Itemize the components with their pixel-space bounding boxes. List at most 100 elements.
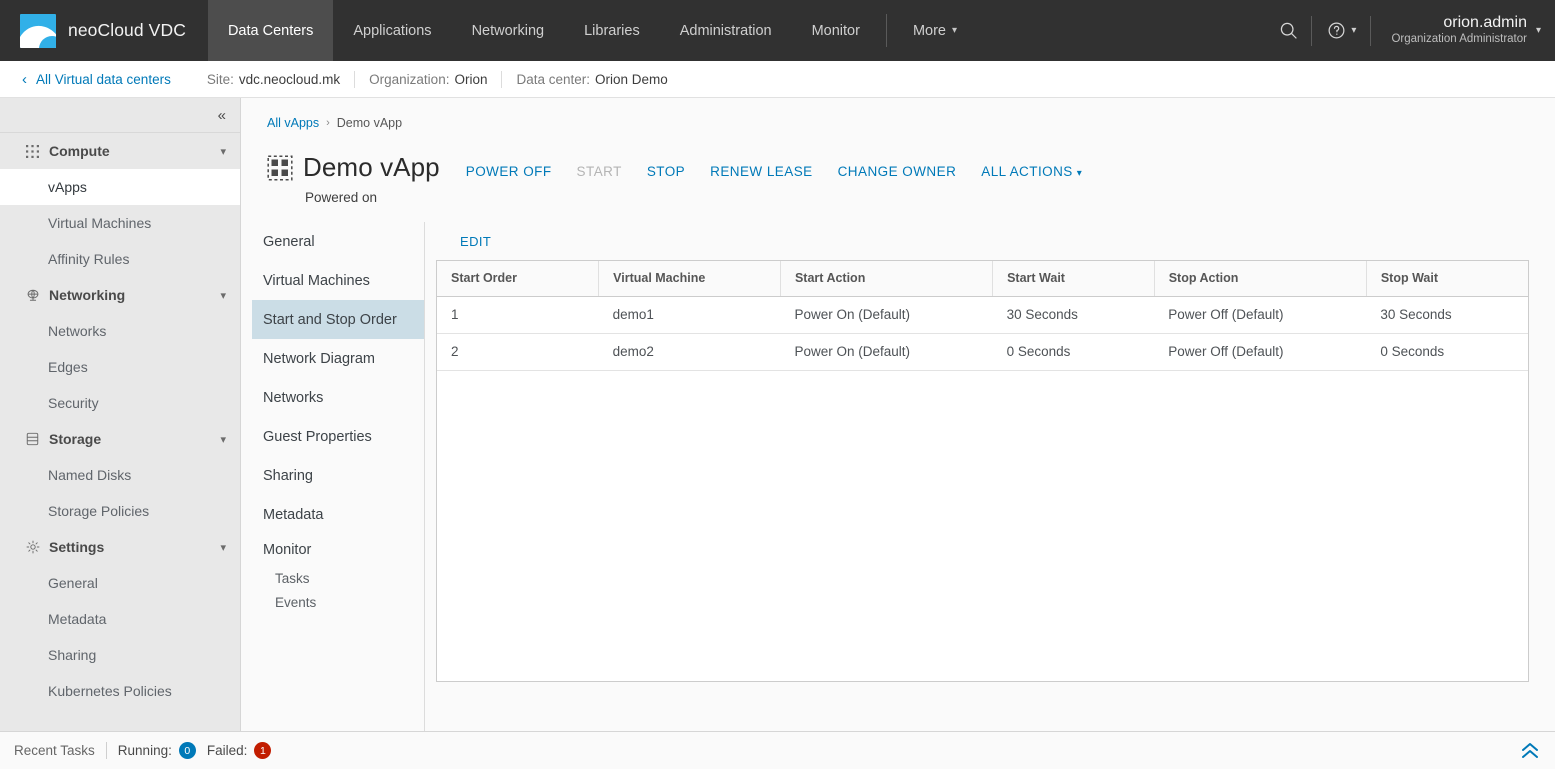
column-header-start-order[interactable]: Start Order [437,261,600,297]
table-row[interactable]: 2 demo2 Power On (Default) 0 Seconds Pow… [437,333,1528,371]
back-label: All Virtual data centers [36,71,171,87]
sidebar-item-sharing[interactable]: Sharing [0,637,240,673]
tab-start-and-stop-order[interactable]: Start and Stop Order [252,300,424,339]
tab-networks[interactable]: Networks [252,378,424,417]
tab-tasks[interactable]: Tasks [252,566,424,590]
tab-metadata[interactable]: Metadata [252,495,424,534]
power-status: Powered on [305,190,378,205]
user-menu[interactable]: orion.admin Organization Administrator ▾ [1371,14,1541,46]
gear-icon [25,540,40,555]
sidebar-group-networking[interactable]: Networking ▾ [0,277,240,313]
recent-tasks-label[interactable]: Recent Tasks [14,743,106,758]
back-to-all-vdcs-link[interactable]: ‹ All Virtual data centers [22,72,171,87]
renew-lease-button[interactable]: RENEW LEASE [710,164,812,179]
cell-start-action: Power On (Default) [780,296,993,334]
search-icon[interactable] [1265,0,1311,61]
help-icon[interactable]: ▾ [1312,0,1370,61]
nav-item-libraries[interactable]: Libraries [564,0,660,61]
all-actions-button[interactable]: ALL ACTIONS ▾ [981,164,1082,179]
sidebar-item-security[interactable]: Security [0,385,240,421]
chevron-down-icon: ▾ [1535,25,1541,36]
chevron-down-icon: ▾ [220,541,226,554]
sidebar-item-networks[interactable]: Networks [0,313,240,349]
tab-guest-properties[interactable]: Guest Properties [252,417,424,456]
sidebar-item-label: Security [48,395,99,411]
failed-label: Failed: [206,743,248,758]
tab-virtual-machines[interactable]: Virtual Machines [252,261,424,300]
brand[interactable]: neoCloud VDC [0,0,208,61]
tab-monitor[interactable]: Monitor [252,534,424,566]
sidebar-item-virtual-machines[interactable]: Virtual Machines [0,205,240,241]
breadcrumb-all-vapps[interactable]: All vApps [267,116,319,130]
sidebar-group-settings[interactable]: Settings ▾ [0,529,240,565]
context-organization: Organization: Orion [355,72,501,87]
sidebar-item-named-disks[interactable]: Named Disks [0,457,240,493]
nav-item-monitor[interactable]: Monitor [792,0,880,61]
sidebar-item-vapps[interactable]: vApps [0,169,240,205]
sidebar-group-label: Networking [49,287,126,303]
sidebar-item-label: Edges [48,359,88,375]
cloud-logo-icon [20,13,56,48]
cell-start-order: 1 [437,296,599,334]
table-row[interactable]: 1 demo1 Power On (Default) 30 Seconds Po… [437,296,1528,334]
stop-button[interactable]: STOP [647,164,685,179]
vapp-grid-icon [267,155,293,181]
sidebar-item-label: Affinity Rules [48,251,130,267]
column-header-stop-wait[interactable]: Stop Wait [1366,261,1528,297]
edit-button[interactable]: EDIT [436,234,491,249]
tab-sharing[interactable]: Sharing [252,456,424,495]
nav-item-more[interactable]: More ▾ [893,0,977,61]
context-value: vdc.neocloud.mk [238,71,341,87]
cell-start-wait: 30 Seconds [992,296,1155,334]
column-header-start-wait[interactable]: Start Wait [992,261,1155,297]
sidebar-item-metadata[interactable]: Metadata [0,601,240,637]
sidebar-item-kubernetes-policies[interactable]: Kubernetes Policies [0,673,240,709]
cell-start-order: 2 [437,333,599,371]
sidebar-collapse-button[interactable]: « [0,98,240,133]
power-off-button[interactable]: POWER OFF [466,164,552,179]
context-bar: ‹ All Virtual data centers Site: vdc.neo… [0,61,1555,98]
nav-label: Networking [471,22,545,39]
nav-item-administration[interactable]: Administration [660,0,792,61]
user-name: orion.admin [1443,14,1527,32]
column-header-stop-action[interactable]: Stop Action [1154,261,1367,297]
main-content: All vApps › Demo vApp Demo vApp POWER OF… [241,98,1555,731]
change-owner-button[interactable]: CHANGE OWNER [838,164,957,179]
chevron-left-icon: ‹ [22,70,27,88]
nav-item-data-centers[interactable]: Data Centers [207,0,334,61]
sidebar-group-label: Settings [49,539,105,555]
chevron-down-icon: ▾ [1351,25,1357,36]
tab-events[interactable]: Events [252,590,424,614]
network-icon [25,288,40,303]
context-site: Site: vdc.neocloud.mk [207,72,354,87]
nav-label: Data Centers [227,22,314,39]
nav-label: Monitor [811,22,860,39]
running-status[interactable]: Running: 0 [107,742,196,759]
expand-tasks-button[interactable] [1519,741,1541,761]
tab-network-diagram[interactable]: Network Diagram [252,339,424,378]
column-header-virtual-machine[interactable]: Virtual Machine [598,261,781,297]
left-sidebar: « Compute ▾ vApps Virtual Machines Affin… [0,98,241,731]
start-stop-order-table: Start Order Virtual Machine Start Action… [436,260,1529,682]
nav-item-applications[interactable]: Applications [333,0,451,61]
sidebar-item-label: Kubernetes Policies [48,683,172,699]
all-actions-label: ALL ACTIONS [981,164,1073,179]
sidebar-item-label: Metadata [48,611,107,627]
tab-label: Sharing [263,467,313,484]
sidebar-group-compute[interactable]: Compute ▾ [0,133,240,169]
failed-status[interactable]: Failed: 1 [196,742,272,759]
cell-virtual-machine: demo1 [598,296,781,334]
failed-count-badge: 1 [254,742,272,759]
start-stop-order-panel: EDIT Start Order Virtual Machine Start A… [425,222,1555,731]
tab-general[interactable]: General [252,222,424,261]
context-value: Orion Demo [595,71,668,87]
sidebar-group-storage[interactable]: Storage ▾ [0,421,240,457]
sidebar-item-affinity-rules[interactable]: Affinity Rules [0,241,240,277]
running-count-badge: 0 [178,742,196,759]
column-header-start-action[interactable]: Start Action [780,261,994,297]
nav-item-networking[interactable]: Networking [452,0,565,61]
sidebar-item-general[interactable]: General [0,565,240,601]
sidebar-item-storage-policies[interactable]: Storage Policies [0,493,240,529]
tab-label: Metadata [263,506,324,523]
sidebar-item-edges[interactable]: Edges [0,349,240,385]
